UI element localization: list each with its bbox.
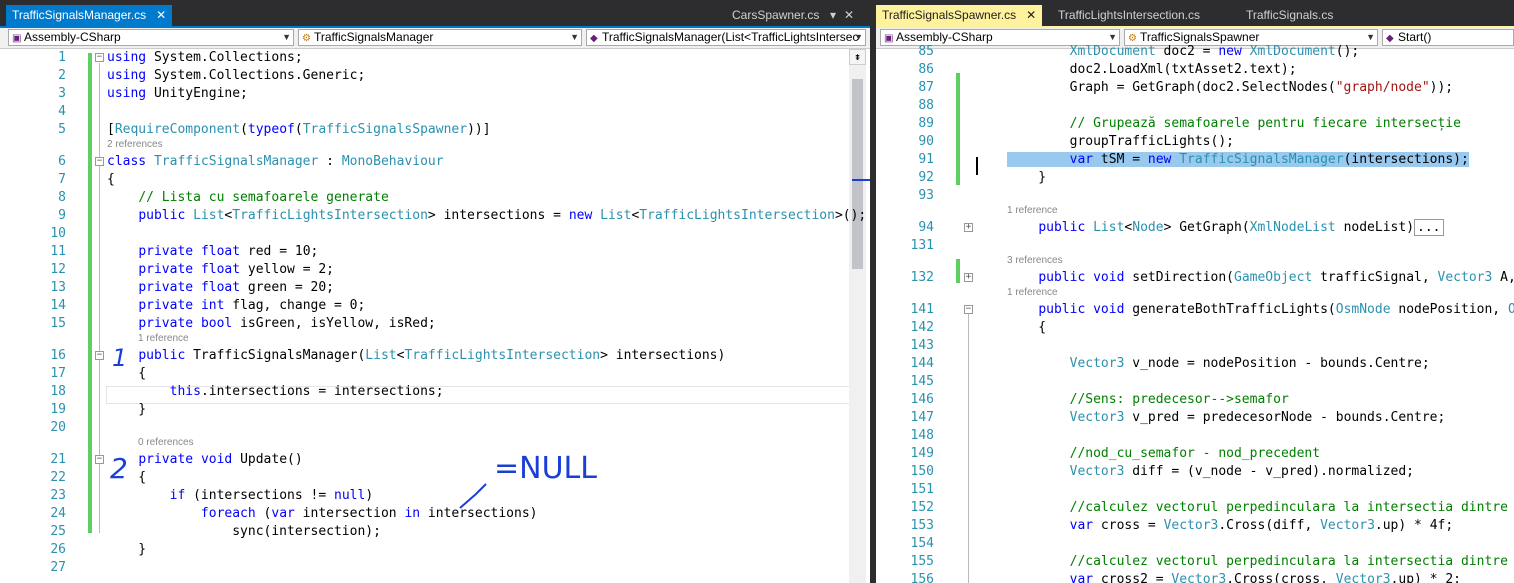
code-line[interactable]: public void generateBothTrafficLights(Os… (1007, 301, 1514, 319)
code-line[interactable]: //calculez vectorul perpedinculara la in… (1007, 553, 1514, 571)
codelens-references[interactable]: 3 references (1007, 254, 1063, 268)
line-number: 86 (918, 62, 934, 77)
line-number: 149 (910, 446, 934, 461)
line-number: 142 (910, 320, 934, 335)
line-number: 155 (910, 554, 934, 569)
annotation-null: =NULL (494, 451, 597, 486)
line-number: 88 (918, 98, 934, 113)
code-line[interactable]: Graph = GetGraph(doc2.SelectNodes("graph… (1007, 79, 1454, 97)
line-number: 146 (910, 392, 934, 407)
line-number: 143 (910, 338, 934, 353)
line-number: 141 (910, 302, 934, 317)
line-number: 131 (910, 238, 934, 253)
line-number: 153 (910, 518, 934, 533)
annotation-arrow (459, 483, 487, 509)
tab-trafficsignalsspawner[interactable]: TrafficSignalsSpawner.cs ✕ (876, 5, 1043, 26)
line-number: 91 (918, 152, 934, 167)
line-number: 150 (910, 464, 934, 479)
change-indicator-bar (956, 259, 960, 283)
right-editor-pane: TrafficSignalsSpawner.cs ✕ TrafficLightsI… (876, 0, 1514, 583)
collapse-toggle-icon[interactable]: + (964, 273, 973, 282)
chevron-down-icon: ▼ (1366, 32, 1375, 42)
line-number: 89 (918, 116, 934, 131)
code-line[interactable]: public void setDirection(GameObject traf… (1007, 269, 1514, 287)
line-number: 151 (910, 482, 934, 497)
class-label: TrafficSignalsSpawner (1140, 30, 1260, 44)
outline-guide (968, 311, 969, 583)
line-number: 87 (918, 80, 934, 95)
collapse-toggle-icon[interactable]: + (964, 223, 973, 232)
collapse-toggle-icon[interactable]: − (964, 305, 973, 314)
code-line[interactable]: Vector3 v_pred = predecesorNode - bounds… (1007, 409, 1446, 427)
code-line[interactable]: Vector3 v_node = nodePosition - bounds.C… (1007, 355, 1430, 373)
line-number: 154 (910, 536, 934, 551)
tab-label: TrafficSignalsSpawner.cs (882, 8, 1017, 22)
code-line[interactable]: //Sens: predecesor-->semafor (1007, 391, 1289, 409)
code-line[interactable]: var tSM = new TrafficSignalsManager(inte… (1007, 151, 1469, 169)
code-editor[interactable]: 85 XmlDocument doc2 = new XmlDocument();… (876, 44, 1514, 583)
code-line[interactable]: groupTrafficLights(); (1007, 133, 1234, 151)
line-number: 147 (910, 410, 934, 425)
code-line[interactable]: //nod_cu_semafor - nod_precedent (1007, 445, 1320, 463)
annotation-1: 1 (112, 344, 127, 372)
tab-trafficlightsintersection[interactable]: TrafficLightsIntersection.cs (1052, 5, 1206, 26)
method-icon: ◆ (1386, 33, 1394, 44)
member-label: Start() (1398, 30, 1432, 44)
line-number: 156 (910, 572, 934, 583)
line-number: 144 (910, 356, 934, 371)
change-indicator-bar (956, 73, 960, 185)
line-number: 145 (910, 374, 934, 389)
line-number: 94 (918, 220, 934, 235)
code-line[interactable]: //calculez vectorul perpedinculara la in… (1007, 499, 1514, 517)
line-number: 92 (918, 170, 934, 185)
line-number: 152 (910, 500, 934, 515)
code-line[interactable]: } (1007, 169, 1046, 187)
codelens-references[interactable]: 1 reference (1007, 204, 1058, 218)
line-number: 90 (918, 134, 934, 149)
handwritten-annotations: 1 2 =NULL (110, 344, 597, 509)
code-line[interactable]: var cross2 = Vector3.Cross(cross, Vector… (1007, 571, 1461, 583)
line-number: 85 (918, 44, 934, 59)
codelens-references[interactable]: 1 reference (1007, 286, 1058, 300)
code-line[interactable]: XmlDocument doc2 = new XmlDocument(); (1007, 43, 1360, 61)
annotation-2: 2 (110, 452, 128, 485)
right-tab-bar: TrafficSignalsSpawner.cs ✕ TrafficLightsI… (876, 0, 1514, 28)
close-icon[interactable]: ✕ (1026, 5, 1036, 26)
tab-label: TrafficSignals.cs (1246, 8, 1334, 22)
member-dropdown[interactable]: ◆ Start() (1382, 29, 1514, 46)
code-line[interactable]: Vector3 diff = (v_node - v_pred).normali… (1007, 463, 1414, 481)
left-editor-pane: TrafficSignalsManager.cs ✕ CarsSpawner.cs… (0, 0, 870, 583)
line-number: 148 (910, 428, 934, 443)
tab-label: TrafficLightsIntersection.cs (1058, 8, 1201, 22)
code-line[interactable]: { (1007, 319, 1046, 337)
line-number: 132 (910, 270, 934, 285)
tab-trafficsignals[interactable]: TrafficSignals.cs (1240, 5, 1339, 26)
line-number: 93 (918, 188, 934, 203)
code-line[interactable]: doc2.LoadXml(txtAsset2.text); (1007, 61, 1297, 79)
text-cursor (976, 157, 978, 175)
code-line[interactable]: // Grupează semafoarele pentru fiecare i… (1007, 115, 1461, 133)
code-line[interactable]: public List<Node> GetGraph(XmlNodeList n… (1007, 219, 1444, 237)
code-line[interactable]: var cross = Vector3.Cross(diff, Vector3.… (1007, 517, 1454, 535)
project-label: Assembly-CSharp (896, 30, 993, 44)
